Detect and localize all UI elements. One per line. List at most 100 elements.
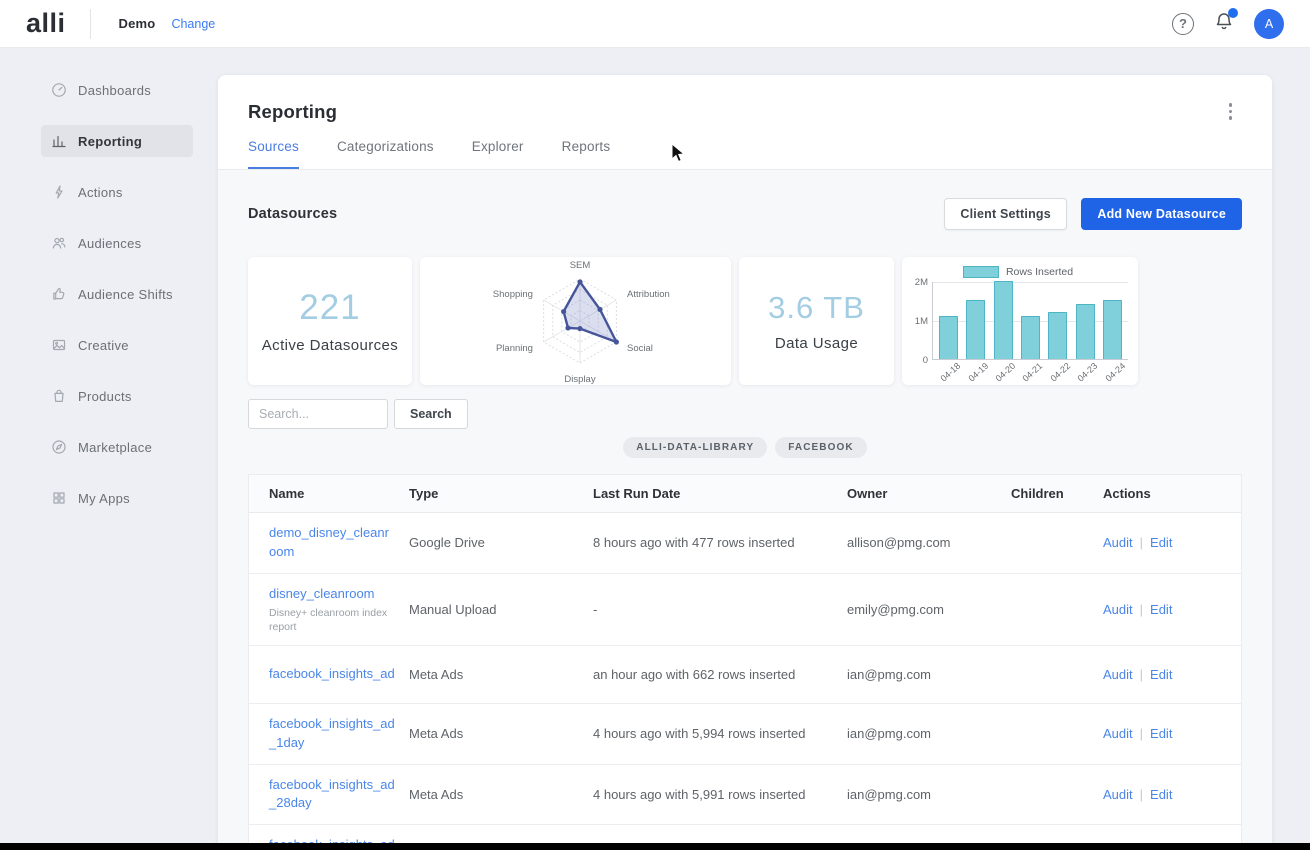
sidebar-item-creative[interactable]: Creative: [41, 329, 193, 361]
topbar-divider: [90, 9, 91, 39]
tab-categorizations[interactable]: Categorizations: [337, 139, 434, 169]
notification-dot: [1228, 8, 1238, 18]
x-tick-label: 04-22: [1048, 364, 1076, 392]
datasource-owner: ian@pmg.com: [847, 726, 1011, 741]
x-tick-label: 04-20: [994, 364, 1022, 392]
data-usage-value: 3.6 TB: [768, 290, 865, 326]
data-usage-label: Data Usage: [775, 335, 858, 352]
sidebar-item-my-apps[interactable]: My Apps: [41, 482, 193, 514]
search-button[interactable]: Search: [394, 399, 468, 429]
datasource-type: Manual Upload: [409, 602, 593, 617]
page-title: Reporting: [248, 101, 337, 123]
audit-link[interactable]: Audit: [1103, 535, 1133, 550]
datasource-type: Meta Ads: [409, 787, 593, 802]
bar: [1021, 316, 1040, 359]
client-settings-button[interactable]: Client Settings: [944, 198, 1067, 230]
action-separator: |: [1140, 535, 1143, 550]
y-tick-label: 0: [923, 355, 928, 366]
sidebar-item-label: Reporting: [78, 134, 142, 149]
datasource-name-link[interactable]: disney_cleanroom: [269, 585, 375, 604]
table-row: facebook_insights_ad_1day Meta Ads 4 hou…: [249, 704, 1241, 765]
audit-link[interactable]: Audit: [1103, 602, 1133, 617]
datasource-name-link[interactable]: facebook_insights_ad: [269, 665, 395, 684]
more-options-button[interactable]: [1225, 99, 1237, 124]
edit-link[interactable]: Edit: [1150, 726, 1172, 741]
audit-link[interactable]: Audit: [1103, 667, 1133, 682]
sidebar-item-label: Actions: [78, 185, 123, 200]
stat-cards-row: 221 Active Datasources SEMAttributionSoc…: [248, 257, 1242, 385]
column-header-children: Children: [1011, 486, 1103, 501]
datasource-name-link[interactable]: facebook_insights_ad_1day: [269, 715, 395, 753]
column-header-actions: Actions: [1103, 486, 1221, 501]
sidebar-item-dashboards[interactable]: Dashboards: [41, 74, 193, 106]
sidebar-item-products[interactable]: Products: [41, 380, 193, 412]
tab-explorer[interactable]: Explorer: [472, 139, 524, 169]
bar-chart-plot: [932, 282, 1128, 360]
bar: [1076, 304, 1095, 359]
radar-vertex: [614, 339, 619, 344]
bar-chart-bars: [933, 282, 1128, 359]
notifications-button[interactable]: [1214, 11, 1234, 37]
datasource-last-run: 4 hours ago with 5,991 rows inserted: [593, 787, 847, 802]
dashboards-icon: [51, 82, 67, 98]
edit-link[interactable]: Edit: [1150, 667, 1172, 682]
rows-inserted-card: Rows Inserted 01M2M 04-1804-1904-2004-21…: [902, 257, 1138, 385]
datasource-type: Google Drive: [409, 535, 593, 550]
thumbs-up-icon: [51, 286, 67, 302]
datasource-last-run: -: [593, 602, 847, 617]
audit-link[interactable]: Audit: [1103, 787, 1133, 802]
reporting-icon: [51, 133, 67, 149]
search-input[interactable]: [248, 399, 388, 429]
edit-link[interactable]: Edit: [1150, 602, 1172, 617]
filter-chip-facebook[interactable]: FACEBOOK: [775, 437, 866, 458]
sidebar-item-label: Marketplace: [78, 440, 152, 455]
datasource-name-link[interactable]: demo_disney_cleanroom: [269, 524, 395, 562]
radar-vertex: [561, 309, 566, 314]
search-row: Search: [248, 399, 1242, 429]
tab-reports[interactable]: Reports: [562, 139, 611, 169]
bar-chart-legend: Rows Inserted: [908, 266, 1128, 278]
table-body: demo_disney_cleanroom Google Drive 8 hou…: [249, 513, 1241, 850]
audit-link[interactable]: Audit: [1103, 726, 1133, 741]
sidebar-item-reporting[interactable]: Reporting: [41, 125, 193, 157]
sidebar-item-actions[interactable]: Actions: [41, 176, 193, 208]
bar: [966, 300, 985, 359]
data-usage-card: 3.6 TB Data Usage: [739, 257, 894, 385]
change-client-link[interactable]: Change: [171, 17, 215, 31]
avatar[interactable]: A: [1254, 9, 1284, 39]
sidebar-item-audience-shifts[interactable]: Audience Shifts: [41, 278, 193, 310]
datasource-owner: ian@pmg.com: [847, 787, 1011, 802]
compass-icon: [51, 439, 67, 455]
action-separator: |: [1140, 667, 1143, 682]
sidebar-item-marketplace[interactable]: Marketplace: [41, 431, 193, 463]
radar-axis-label: Display: [564, 374, 595, 385]
sidebar-item-audiences[interactable]: Audiences: [41, 227, 193, 259]
radar-axis-label: Attribution: [627, 289, 670, 300]
column-header-name: Name: [269, 486, 409, 501]
table-row: disney_cleanroom Disney+ cleanroom index…: [249, 574, 1241, 646]
radar-vertex: [577, 279, 582, 284]
edit-link[interactable]: Edit: [1150, 535, 1172, 550]
category-radar-card: SEMAttributionSocialDisplayPlanningShopp…: [420, 257, 731, 385]
help-icon[interactable]: ?: [1172, 13, 1194, 35]
tab-sources[interactable]: Sources: [248, 139, 299, 169]
legend-swatch: [963, 266, 999, 278]
bar: [1048, 312, 1067, 359]
table-header: Name Type Last Run Date Owner Children A…: [249, 475, 1241, 513]
tab-bar: Sources Categorizations Explorer Reports: [248, 139, 610, 169]
image-icon: [51, 337, 67, 353]
x-tick-label: 04-23: [1076, 364, 1104, 392]
active-datasources-value: 221: [299, 288, 360, 328]
datasource-last-run: an hour ago with 662 rows inserted: [593, 667, 847, 682]
add-new-datasource-button[interactable]: Add New Datasource: [1081, 198, 1242, 230]
sidebar: Dashboards Reporting Actions Audiences A…: [0, 48, 218, 850]
action-separator: |: [1140, 726, 1143, 741]
filter-chips-row: ALLI-DATA-LIBRARY FACEBOOK: [248, 437, 1242, 458]
datasource-type: Meta Ads: [409, 667, 593, 682]
filter-chip-alli-data-library[interactable]: ALLI-DATA-LIBRARY: [623, 437, 767, 458]
sidebar-item-label: Audiences: [78, 236, 141, 251]
datasource-name-link[interactable]: facebook_insights_ad_28day: [269, 776, 395, 814]
bar-chart-y-axis: 01M2M: [908, 282, 932, 360]
edit-link[interactable]: Edit: [1150, 787, 1172, 802]
bar-chart-x-labels: 04-1804-1904-2004-2104-2204-2304-24: [932, 360, 1128, 381]
